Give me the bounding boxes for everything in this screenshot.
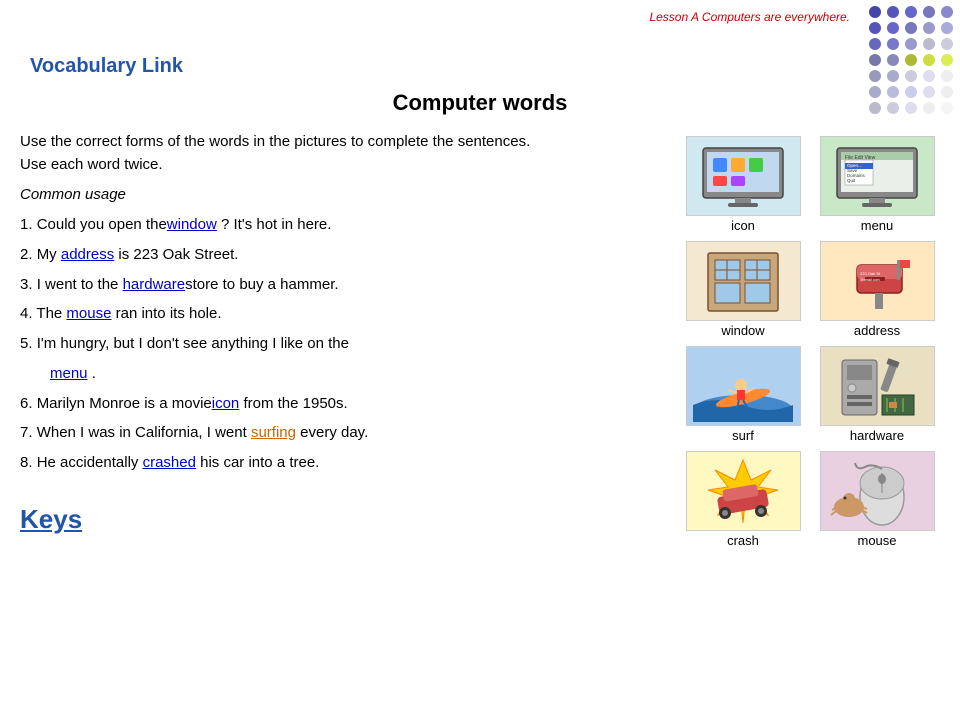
lesson-label: Lesson A Computers are everywhere. [649,10,850,24]
sent8-answer: crashed [143,454,196,471]
sent6-num: 6. [20,395,37,412]
sent8-before: He accidentally [37,454,143,471]
sent1-before: Could you open the [37,216,167,233]
crash-illustration [693,455,793,527]
image-cell-crash: crash [680,451,806,548]
sent4-after: ran into its hole. [111,305,221,322]
sentence-7: 7. When I was in California, I went surf… [20,419,660,447]
images-grid: icon File Edit View [680,136,940,548]
mouse-illustration [827,455,927,527]
sent2-answer: address [61,246,114,263]
address-illustration: 223 Oak St @email.com [827,245,927,317]
sent3-before: I went to the [37,276,123,293]
sent7-answer: surfing [251,424,296,441]
sent7-num: 7. [20,424,37,441]
image-cell-address: 223 Oak St @email.com address [814,241,940,338]
sent5-before: I'm hungry, but I don't see anything I l… [37,335,349,352]
sent3-after: store to buy a hammer. [185,276,338,293]
dots-decoration [860,0,960,120]
sent5-after: . [88,365,96,382]
sent1-num: 1. [20,216,37,233]
svg-text:@email.com: @email.com [860,278,880,282]
image-box-hardware [820,346,935,426]
instructions: Use the correct forms of the words in th… [20,131,660,176]
sent4-answer: mouse [66,305,111,322]
sentence-8: 8. He accidentally crashed his car into … [20,449,660,477]
image-cell-menu: File Edit View Open... Save Domains Quit [814,136,940,233]
sentences-list: 1. Could you open thewindow ? It's hot i… [20,211,660,477]
image-box-menu: File Edit View Open... Save Domains Quit [820,136,935,216]
sentence-5: 5. I'm hungry, but I don't see anything … [20,330,660,358]
sentence-6: 6. Marilyn Monroe is a movieicon from th… [20,390,660,418]
sentence-3: 3. I went to the hardwarestore to buy a … [20,271,660,299]
surf-illustration [693,350,793,422]
sent7-before: When I was in California, I went [37,424,251,441]
label-window: window [721,323,764,338]
label-mouse: mouse [857,533,896,548]
sent2-before: My [37,246,61,263]
image-cell-icon: icon [680,136,806,233]
image-cell-surf: surf [680,346,806,443]
sentence-2: 2. My address is 223 Oak Street. [20,241,660,269]
svg-text:223 Oak St: 223 Oak St [860,271,881,276]
sent1-after: ? It's hot in here. [217,216,332,233]
svg-text:Quit: Quit [847,178,856,183]
label-icon: icon [731,218,755,233]
window-illustration [693,245,793,317]
menu-illustration: File Edit View Open... Save Domains Quit [827,140,927,212]
image-box-address: 223 Oak St @email.com [820,241,935,321]
label-surf: surf [732,428,754,443]
vocab-link: Vocabulary Link [30,55,183,78]
label-crash: crash [727,533,759,548]
dots-svg [860,0,960,120]
common-usage: Common usage [20,186,660,203]
image-box-mouse [820,451,935,531]
sent5-num: 5. [20,335,37,352]
sent1-answer: window [167,216,217,233]
sent8-after: his car into a tree. [196,454,319,471]
main-title: Computer words [20,90,940,116]
sentence-4: 4. The mouse ran into its hole. [20,300,660,328]
images-panel: icon File Edit View [680,131,940,548]
sent6-after: from the 1950s. [239,395,347,412]
label-menu: menu [861,218,894,233]
image-box-window [686,241,801,321]
sent5-answer: menu [50,365,88,382]
instruction-line1: Use the correct forms of the words in th… [20,131,660,154]
sent2-after: is 223 Oak Street. [114,246,238,263]
label-address: address [854,323,900,338]
image-box-icon [686,136,801,216]
image-cell-window: window [680,241,806,338]
sent4-num: 4. [20,305,36,322]
sentence-1: 1. Could you open thewindow ? It's hot i… [20,211,660,239]
sent3-num: 3. [20,276,37,293]
sent3-answer: hardware [123,276,186,293]
sent4-before: The [36,305,66,322]
sent7-after: every day. [296,424,368,441]
sent6-answer: icon [212,395,240,412]
instruction-line2: Use each word twice. [20,154,660,177]
sentence-5-cont: menu . [20,360,660,388]
image-box-crash [686,451,801,531]
image-box-surf [686,346,801,426]
sent6-before: Marilyn Monroe is a movie [37,395,212,412]
sent2-num: 2. [20,246,37,263]
hardware-illustration [827,350,927,422]
image-cell-hardware: hardware [814,346,940,443]
sent8-num: 8. [20,454,37,471]
keys-link[interactable]: Keys [20,504,82,535]
icon-illustration [693,140,793,212]
image-cell-mouse: mouse [814,451,940,548]
label-hardware: hardware [850,428,904,443]
